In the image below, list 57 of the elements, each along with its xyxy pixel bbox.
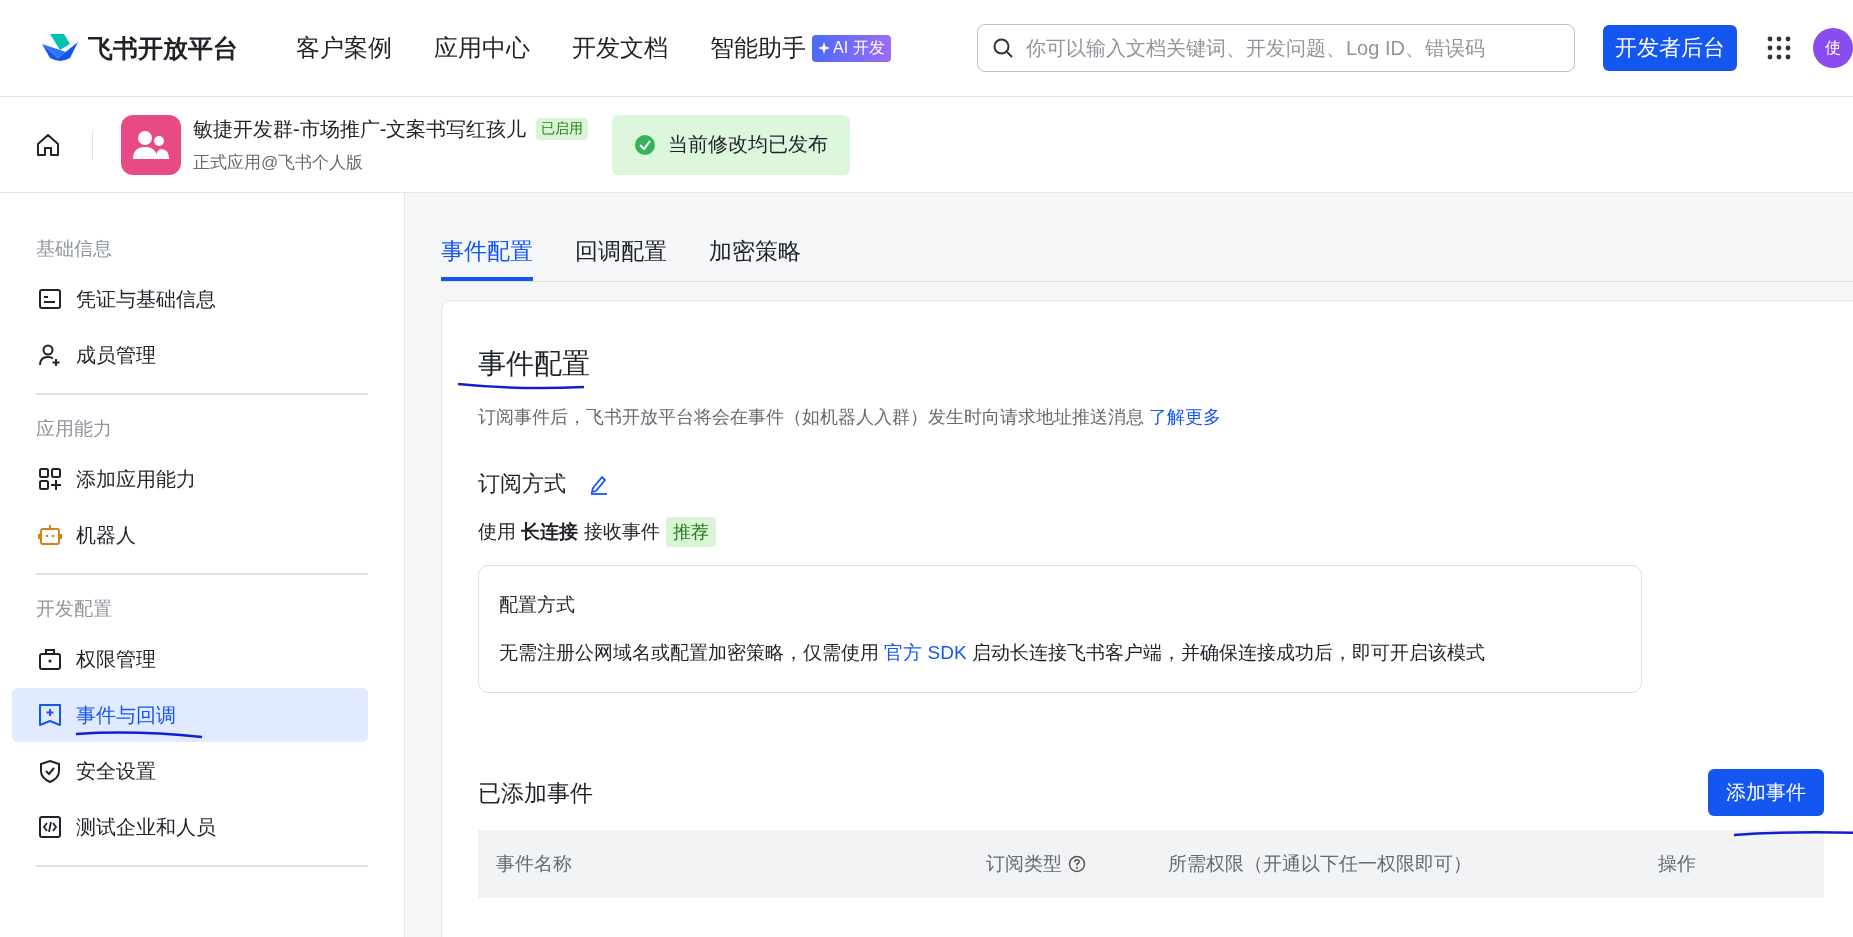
events-title: 已添加事件 [478,779,593,808]
sidebar-item[interactable]: 事件与回调 [12,688,368,742]
sidebar-item[interactable]: 测试企业和人员 [12,800,368,854]
edit-icon[interactable] [588,473,610,495]
panel-description: 订阅事件后，飞书开放平台将会在事件（如机器人入群）发生时向请求地址推送消息 了解更多 [478,406,1222,429]
column-header: 操作 [1658,852,1697,876]
sidebar-item[interactable]: 权限管理 [12,632,368,686]
column-header: 事件名称 [496,852,573,876]
console-button[interactable]: 开发者后台 [1603,25,1737,71]
notice-text: 当前修改均已发布 [668,132,829,157]
logo-icon [40,32,80,64]
section-title: 基础信息 [35,237,113,261]
column-header: 订阅类型 [986,851,1168,877]
brand-name[interactable]: 飞书开放平台 [88,31,238,65]
section-title: 开发配置 [35,597,113,621]
learn-more-link[interactable]: 了解更多 [1149,407,1221,427]
app-subtitle: 正式应用@飞书个人版 [193,151,365,174]
nav-link[interactable]: 应用中心 [434,32,530,64]
column-header: 所需权限（开通以下任一权限即可） [1168,852,1473,876]
nav-link[interactable]: 智能助手 [710,32,806,64]
ai-badge: AI 开发 [812,34,891,62]
sidebar-item[interactable]: 安全设置 [12,744,368,798]
search-icon [992,37,1014,59]
recommended-tag: 推荐 [665,517,716,547]
sidebar-item[interactable]: 成员管理 [12,328,368,382]
config-title: 配置方式 [499,593,576,617]
apps-icon[interactable] [1767,36,1791,60]
tab[interactable]: 回调配置 [575,236,667,281]
avatar[interactable]: 使 [1813,28,1853,68]
section-title: 应用能力 [35,417,113,441]
sparkle-icon [818,42,830,54]
search-field[interactable]: 你可以输入文档关键词、开发问题、Log ID、错误码 [977,24,1575,72]
app-name: 敏捷开发群-市场推广-文案书写红孩儿 [193,116,527,142]
robot-icon [38,523,62,547]
event-icon [38,703,62,727]
user-add-icon [38,343,62,367]
shield-icon [38,759,62,783]
tab[interactable]: 加密策略 [709,236,801,281]
subscription-label: 订阅方式 [478,470,566,498]
tab[interactable]: 事件配置 [441,236,533,281]
app-icon [121,114,181,175]
sdk-link[interactable]: 官方 SDK [884,642,967,663]
sidebar-item[interactable]: 机器人 [12,508,368,562]
panel-title: 事件配置 [478,347,591,381]
config-description: 无需注册公网域名或配置加密策略，仅需使用 官方 SDK 启动长连接飞书客户端，并确保连接成功后，即可开启该模式 [499,641,1486,665]
status-tag: 已启用 [536,118,589,140]
briefcase-icon [38,647,62,671]
sidebar-item[interactable]: 凭证与基础信息 [12,272,368,326]
id-card-icon [38,287,62,311]
sidebar-item[interactable]: 添加应用能力 [12,452,368,506]
mode-text: 使用 长连接 接收事件 [478,520,660,544]
code-icon [38,815,62,839]
nav-link[interactable]: 客户案例 [296,32,392,64]
add-event-button[interactable]: 添加事件 [1708,769,1824,816]
nav-link[interactable]: 开发文档 [572,32,668,64]
grid-add-icon [38,467,62,491]
check-circle-icon [634,133,657,156]
